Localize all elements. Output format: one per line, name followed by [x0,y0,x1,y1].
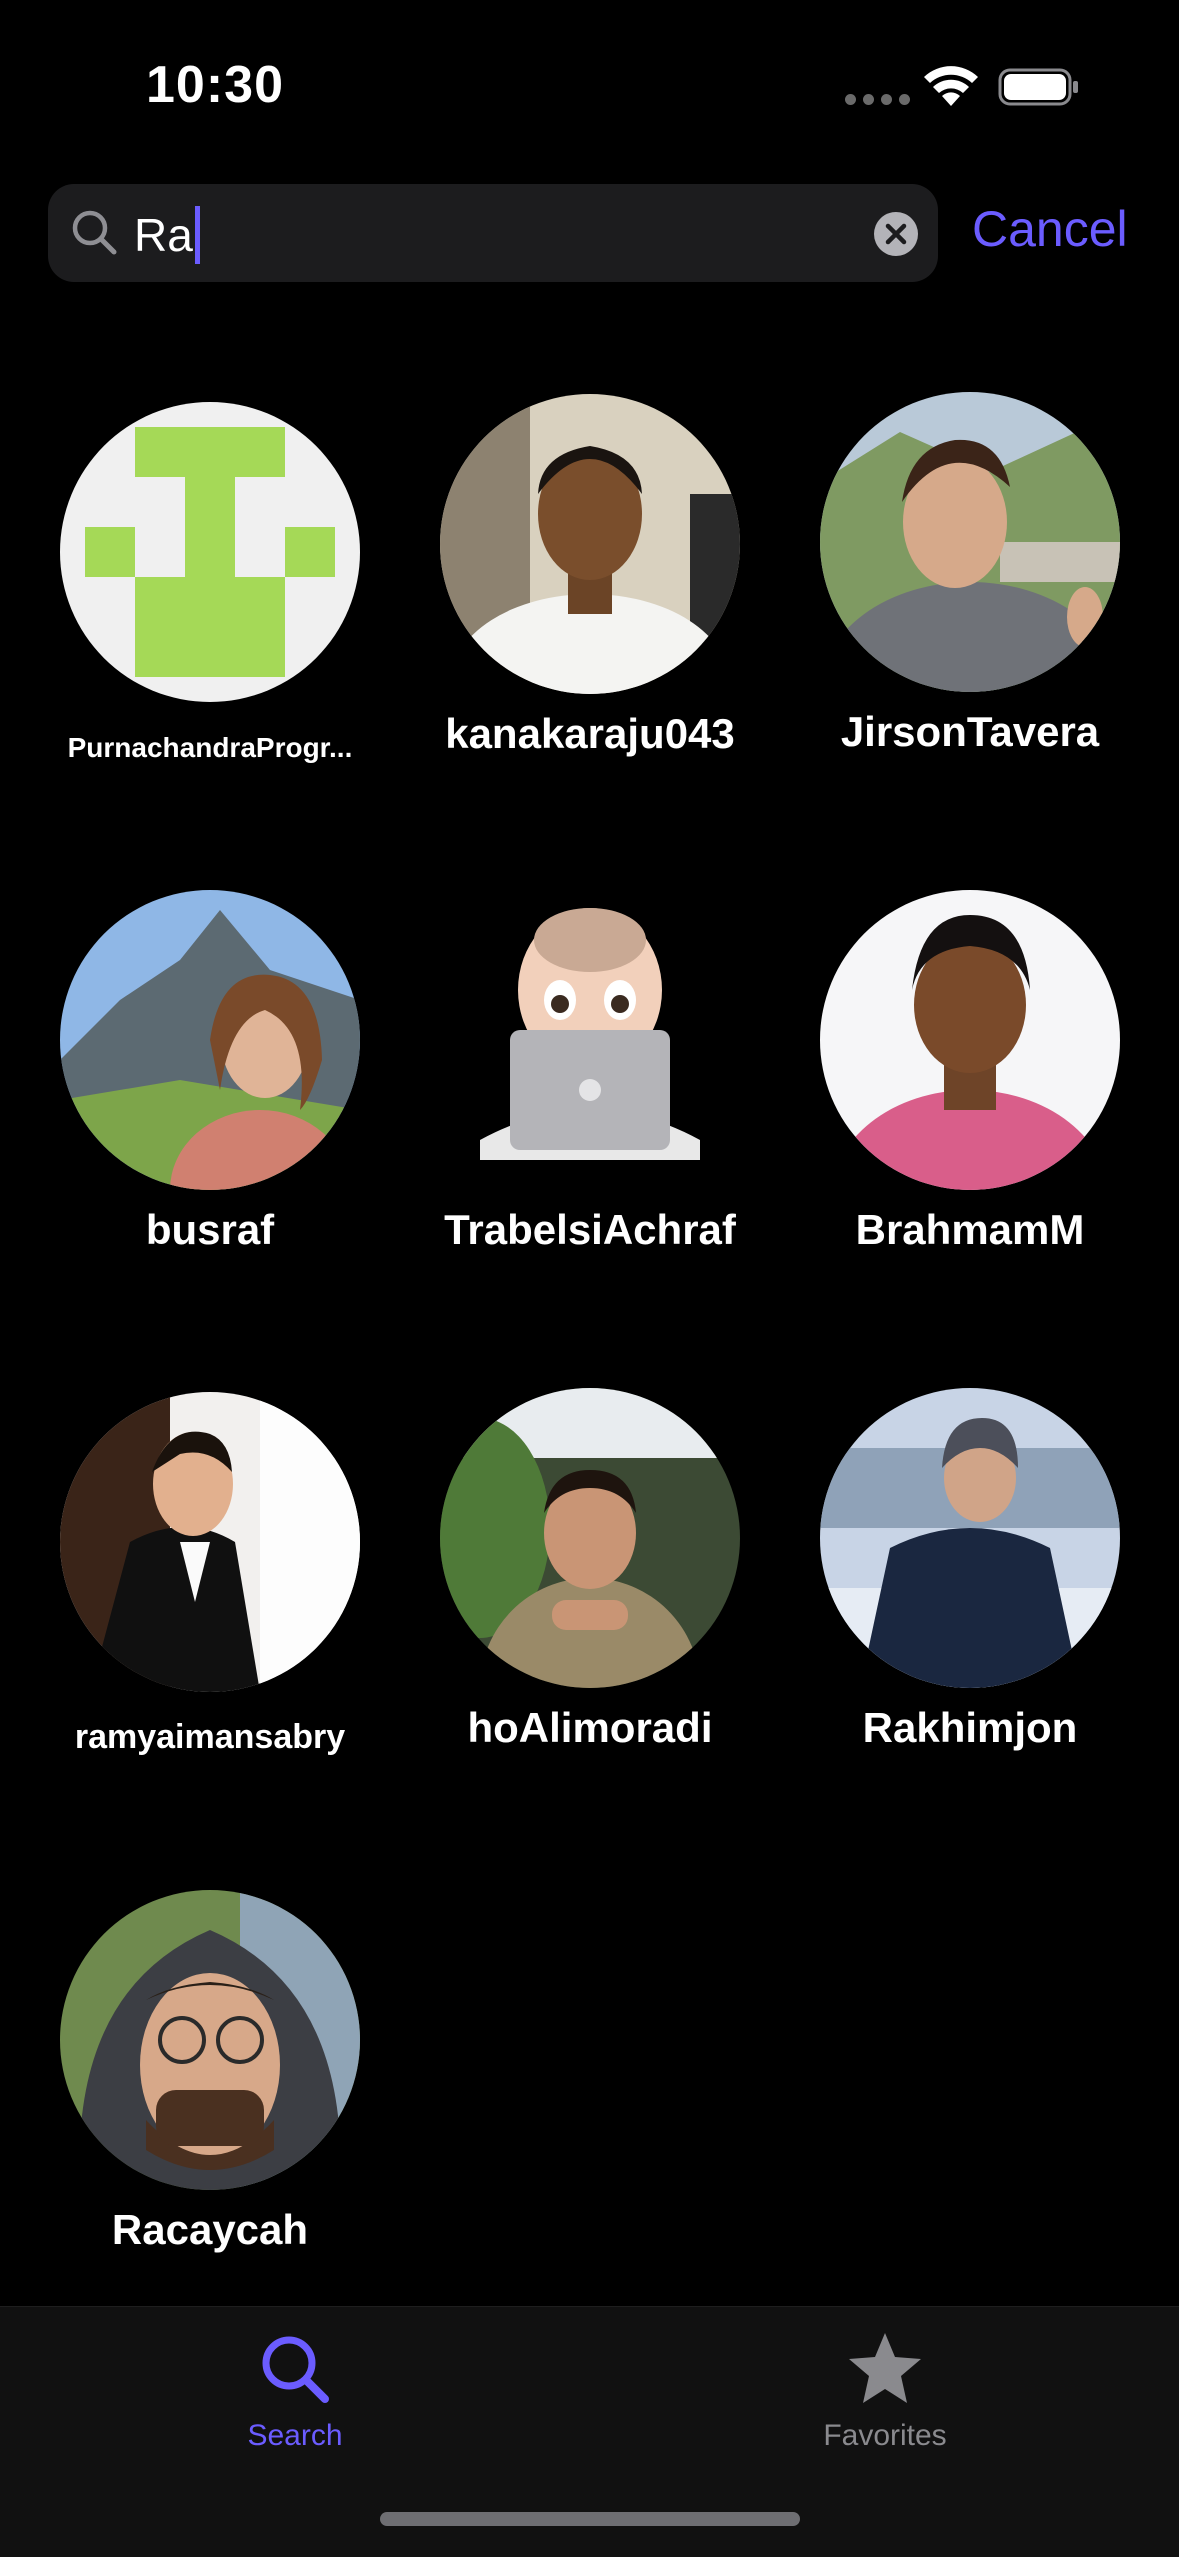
wifi-icon [924,66,978,106]
search-input-value: Ra [134,209,193,261]
search-icon [262,2336,329,2403]
avatar[interactable] [820,890,1120,1190]
avatar[interactable] [440,890,740,1190]
user-cell[interactable]: kanakaraju043 [400,394,780,854]
avatar[interactable] [820,1388,1120,1688]
username: TrabelsiAchraf [444,1206,736,1253]
photo-avatar [820,1388,1120,1688]
photo-avatar [440,394,740,694]
status-time: 10:30 [146,56,284,114]
photo-avatar [60,1392,360,1692]
battery-icon [998,68,1078,106]
user-cell[interactable]: JirsonTavera [780,392,1160,852]
avatar[interactable] [60,1392,360,1692]
cancel-button[interactable]: Cancel [972,200,1128,258]
search-input[interactable]: Ra [134,204,200,266]
photo-avatar [820,890,1120,1190]
user-cell[interactable]: hoAlimoradi [400,1388,780,1848]
avatar[interactable] [440,1388,740,1688]
username: JirsonTavera [840,708,1100,755]
avatar[interactable] [60,1890,360,2190]
user-cell[interactable]: BrahmamM [780,890,1160,1350]
user-cell[interactable]: Rakhimjon [780,1388,1160,1848]
username: Rakhimjon [862,1704,1078,1751]
user-cell[interactable]: Racaycah [20,1890,400,2350]
star-icon [849,2333,921,2403]
clear-search-button[interactable] [874,212,918,256]
username: kanakaraju043 [445,710,735,757]
avatar[interactable] [820,392,1120,692]
photo-avatar [60,1890,360,2190]
clear-icon [885,223,907,245]
tab-favorites[interactable]: Favorites [735,2329,1035,2479]
status-bar: 10:30 [0,0,1179,170]
username: Racaycah [111,2206,309,2253]
cellular-signal-icon [845,94,910,105]
search-icon [72,210,117,255]
username: BrahmamM [855,1206,1085,1253]
user-cell[interactable]: busraf [20,890,400,1350]
avatar[interactable] [440,394,740,694]
photo-avatar [820,392,1120,692]
user-cell[interactable]: ramyaimansabry [20,1392,400,1852]
search-field[interactable]: Ra [48,184,938,282]
avatar[interactable] [60,890,360,1190]
user-cell[interactable]: PurnachandraProgr... [20,402,400,862]
photo-avatar [440,1388,740,1688]
username: ramyaimansabry [74,1718,346,1756]
username: PurnachandraProgr... [67,732,353,763]
photo-avatar [60,890,360,1190]
user-cell[interactable]: TrabelsiAchraf [400,890,780,1350]
text-caret [194,206,200,264]
tab-search[interactable]: Search [145,2329,445,2479]
username: hoAlimoradi [467,1704,713,1751]
username: busraf [145,1206,275,1253]
memoji-avatar [440,890,740,1190]
avatar[interactable] [60,402,360,702]
tab-search-label: Search [247,2419,343,2452]
tab-favorites-label: Favorites [823,2419,947,2452]
home-indicator [380,2512,800,2526]
identicon-avatar [60,402,360,702]
